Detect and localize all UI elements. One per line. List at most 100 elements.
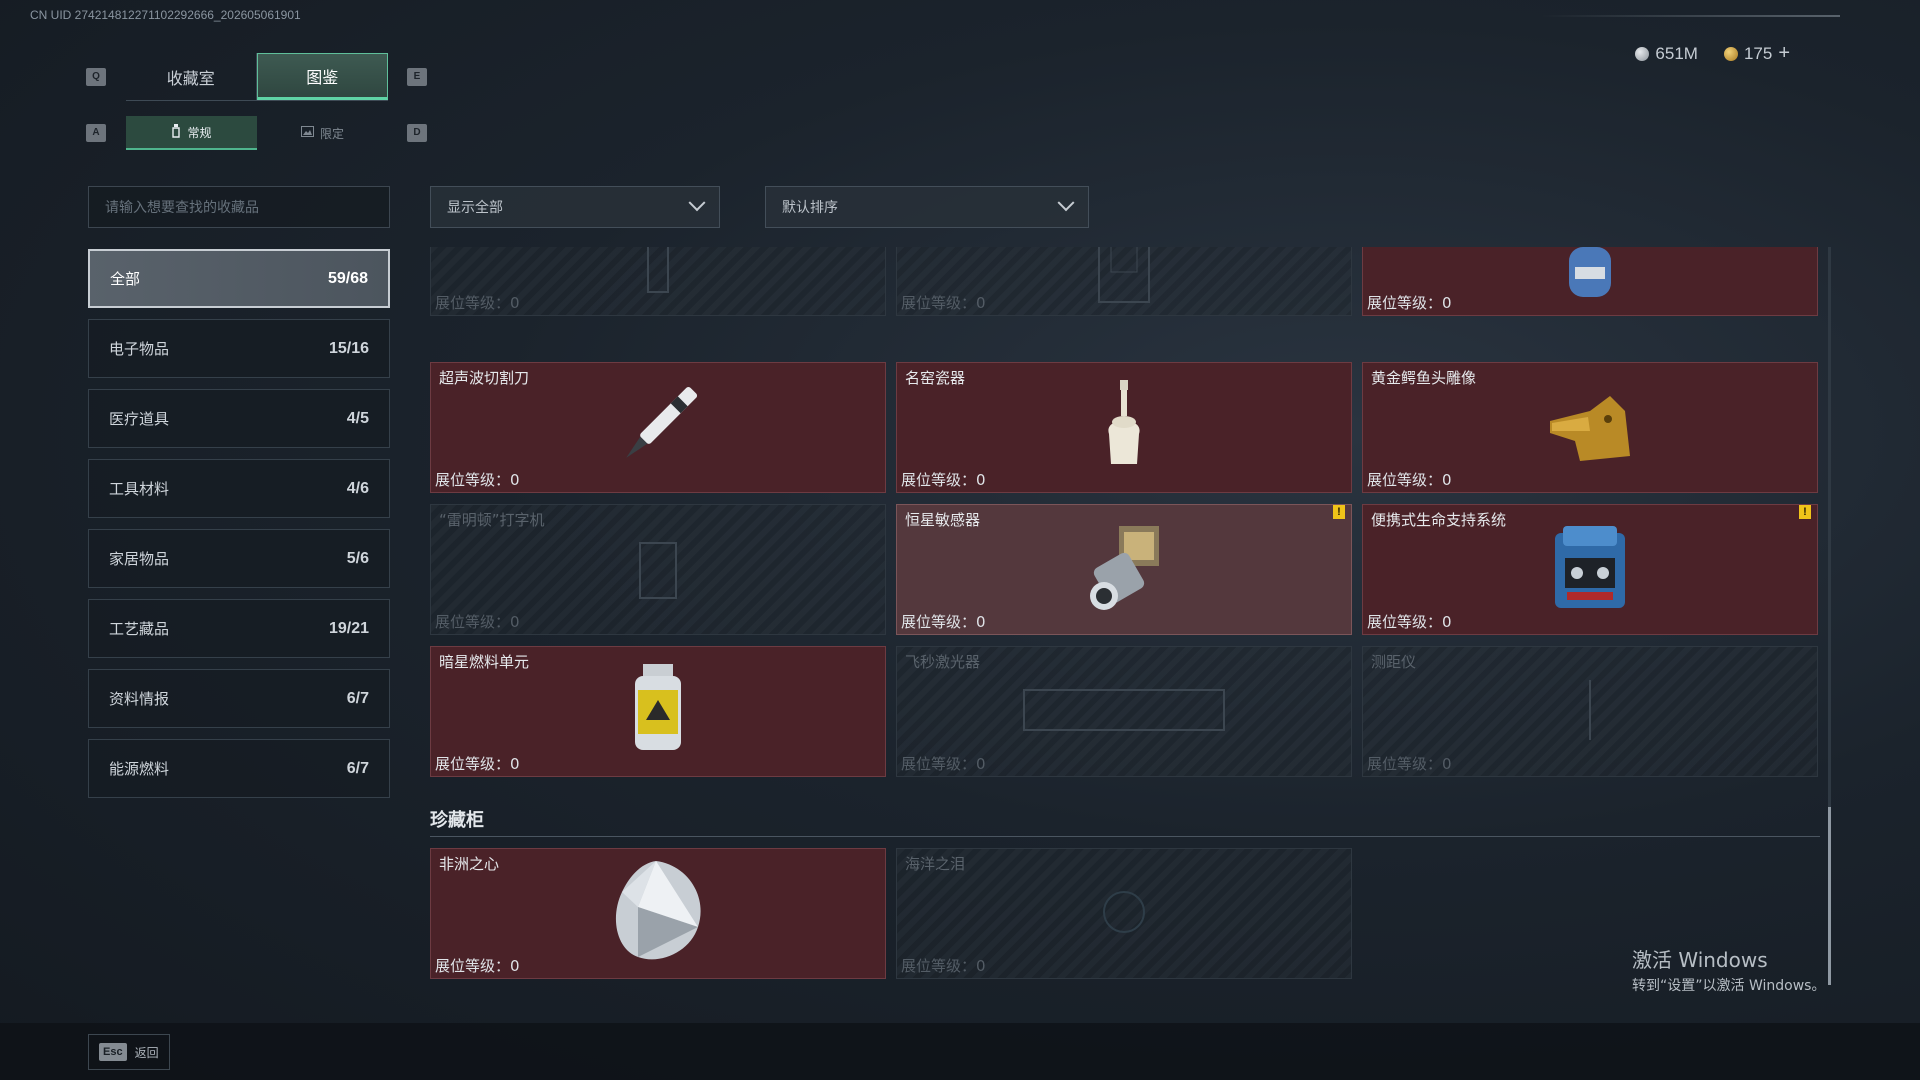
warning-icon: ! (1333, 505, 1345, 519)
collection-card[interactable]: 超声波切割刀 展位等级：0 (430, 362, 886, 493)
card-level: 展位等级：0 (901, 294, 986, 312)
subtab-regular-label: 常规 (187, 125, 212, 140)
category-item[interactable]: 家居物品 5/6 (88, 529, 390, 588)
collection-card[interactable]: 海洋之泪展位等级：0 (896, 848, 1352, 979)
uid-label: CN UID 274214812271102292666_20260506190… (30, 8, 301, 22)
category-item[interactable]: 医疗道具 4/5 (88, 389, 390, 448)
subtab-limited-label: 限定 (319, 126, 344, 141)
subtab-limited[interactable]: 限定 (257, 116, 388, 150)
card-level: 展位等级：0 (901, 957, 986, 975)
category-count: 5/6 (346, 549, 369, 567)
card-name: 飞秒激光器 (905, 653, 981, 671)
hotkey-d[interactable]: D (407, 124, 427, 142)
collection-card[interactable]: 名窑瓷器展位等级：0 (896, 362, 1352, 493)
silver-amount: 651M (1655, 43, 1698, 63)
bottle-icon (171, 123, 181, 141)
treasure-section-title: 珍藏柜 (430, 810, 484, 831)
windows-activation-watermark: 激活 Windows 转到“设置”以激活 Windows。 (1632, 944, 1825, 995)
life-support-icon (1545, 518, 1635, 622)
category-item[interactable]: 工具材料 4/6 (88, 459, 390, 518)
gas-canister-icon (1555, 247, 1625, 311)
collection-card[interactable]: 测距仪展位等级：0 (1362, 646, 1818, 777)
collection-card[interactable]: 便携式生命支持系统 展位等级：0! (1362, 504, 1818, 635)
category-list: 全部 59/68 电子物品 15/16 医疗道具 4/5 工具材料 4/6 家居物品 5/6 工艺藏… (88, 249, 390, 809)
category-count: 4/5 (346, 409, 369, 427)
image-icon (300, 126, 314, 140)
porcelain-vase-icon (1099, 376, 1149, 480)
card-name: 名窑瓷器 (905, 369, 966, 387)
category-label: 能源燃料 (109, 760, 170, 778)
gold-crocodile-icon (1540, 381, 1640, 475)
collection-card[interactable]: 展位等级：0 (896, 247, 1352, 316)
category-label: 电子物品 (109, 340, 170, 358)
hotkey-q[interactable]: Q (86, 68, 106, 86)
top-decoration-line (1540, 15, 1840, 17)
collection-card[interactable]: 飞秒激光器展位等级：0 (896, 646, 1352, 777)
card-level: 展位等级：0 (1367, 613, 1452, 631)
card-level: 展位等级：0 (435, 957, 520, 975)
category-item[interactable]: 电子物品 15/16 (88, 319, 390, 378)
card-level: 展位等级：0 (435, 613, 520, 631)
search-input[interactable]: 请输入想要查找的收藏品 (88, 186, 390, 228)
show-filter-dropdown[interactable]: 显示全部 (430, 186, 720, 228)
card-name: 非洲之心 (439, 855, 500, 873)
hotkey-a[interactable]: A (86, 124, 106, 142)
tab-collection-room[interactable]: 收藏室 (126, 53, 257, 100)
typewriter-icon (628, 523, 688, 617)
collection-card[interactable]: 恒星敏感器展位等级：0! (896, 504, 1352, 635)
sort-value: 默认排序 (782, 200, 838, 216)
card-name: 恒星敏感器 (905, 511, 981, 529)
add-currency-button[interactable]: + (1778, 42, 1790, 65)
rangefinder-icon (1560, 670, 1620, 754)
back-button[interactable]: Esc 返回 (88, 1034, 170, 1070)
category-label: 工艺藏品 (109, 620, 170, 638)
back-label: 返回 (134, 1045, 159, 1060)
currency-bar: 651M 175 + (1635, 42, 1790, 65)
laser-icon (1004, 670, 1244, 754)
hotkey-e[interactable]: E (407, 68, 427, 86)
category-count: 4/6 (346, 479, 369, 497)
scrollbar[interactable] (1828, 247, 1831, 985)
cabinet-icon (1089, 247, 1159, 311)
section-divider (430, 836, 1820, 837)
ultrasonic-cutter-icon (613, 376, 703, 480)
collection-card[interactable]: 展位等级：0 (1362, 247, 1818, 316)
category-label: 家居物品 (109, 550, 170, 568)
card-level: 展位等级：0 (901, 755, 986, 773)
collection-card[interactable]: 非洲之心展位等级：0 (430, 848, 886, 979)
sort-dropdown[interactable]: 默认排序 (765, 186, 1089, 228)
card-level: 展位等级：0 (1367, 755, 1452, 773)
gold-currency: 175 + (1723, 42, 1790, 65)
category-count: 15/16 (328, 339, 369, 357)
category-label: 全部 (110, 270, 141, 288)
category-label: 资料情报 (109, 690, 170, 708)
category-label: 医疗道具 (109, 410, 170, 428)
card-name: 测距仪 (1371, 653, 1417, 671)
card-level: 展位等级：0 (901, 471, 986, 489)
star-sensor-icon (1074, 518, 1174, 622)
collection-card[interactable]: “雷明顿”打字机 展位等级：0 (430, 504, 886, 635)
bottom-bar (0, 1023, 1920, 1080)
card-name: 海洋之泪 (905, 855, 966, 873)
sub-tabs: 常规 限定 (126, 116, 388, 150)
collection-card[interactable]: 暗星燃料单元 展位等级：0 (430, 646, 886, 777)
watermark-line1: 激活 Windows (1632, 948, 1768, 972)
card-level: 展位等级：0 (435, 755, 520, 773)
subtab-regular[interactable]: 常规 (126, 116, 257, 150)
category-item[interactable]: 工艺藏品 19/21 (88, 599, 390, 658)
diamond-icon (608, 857, 708, 971)
category-item[interactable]: 能源燃料 6/7 (88, 739, 390, 798)
sapphire-icon (1094, 882, 1154, 946)
tab-catalog[interactable]: 图鉴 (256, 53, 388, 100)
category-label: 工具材料 (109, 480, 170, 498)
category-item[interactable]: 全部 59/68 (88, 249, 390, 308)
category-count: 59/68 (327, 269, 368, 287)
collection-card[interactable]: 黄金鳄鱼头雕像 展位等级：0 (1362, 362, 1818, 493)
card-level: 展位等级：0 (1367, 471, 1452, 489)
esc-key: Esc (99, 1043, 127, 1061)
card-level: 展位等级：0 (1367, 294, 1452, 312)
collection-card[interactable]: 展位等级：0 (430, 247, 886, 316)
card-level: 展位等级：0 (901, 613, 986, 631)
category-item[interactable]: 资料情报 6/7 (88, 669, 390, 728)
scrollbar-thumb[interactable] (1828, 807, 1831, 985)
